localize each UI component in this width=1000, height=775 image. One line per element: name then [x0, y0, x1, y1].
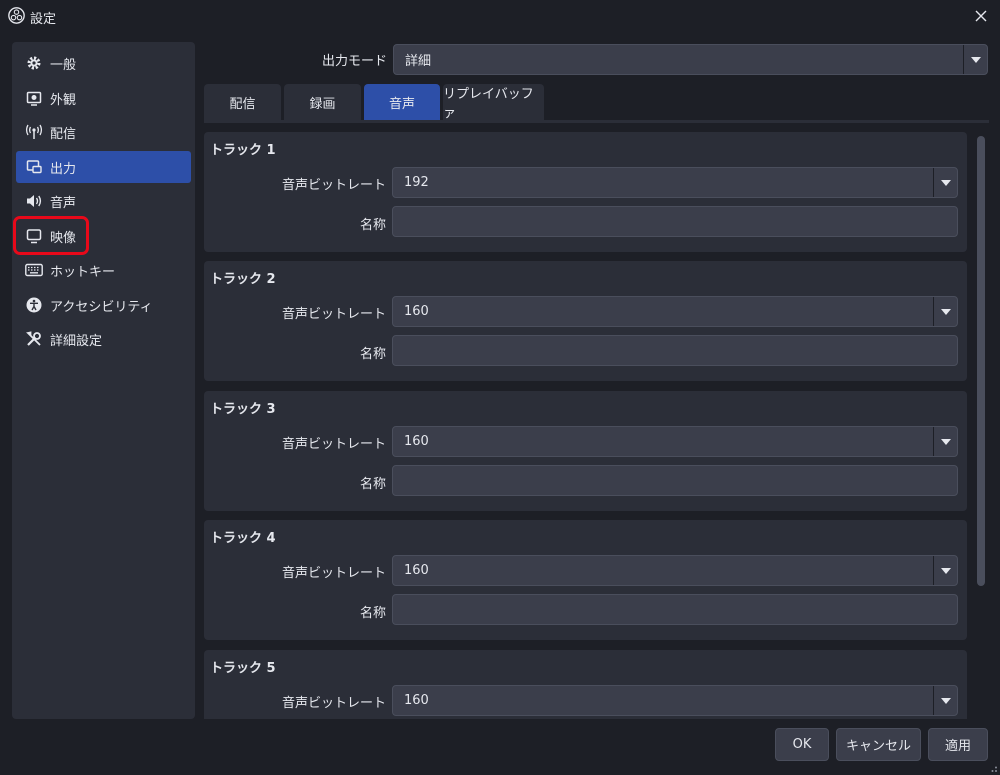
close-icon — [975, 10, 987, 22]
sidebar-item-label: アクセシビリティ — [50, 299, 153, 315]
sidebar-item-appearance[interactable]: 外観 — [16, 82, 191, 114]
close-button[interactable] — [970, 5, 992, 27]
vertical-scrollbar[interactable] — [975, 132, 987, 719]
appearance-icon — [25, 89, 43, 107]
output-mode-label: 出力モード — [321, 54, 387, 69]
output-mode-select[interactable]: 詳細 — [393, 44, 988, 75]
antenna-icon — [25, 123, 43, 141]
track-group: トラック 3 音声ビットレート 160 名称 — [204, 391, 967, 511]
bitrate-value: 160 — [404, 693, 429, 708]
output-mode-value: 詳細 — [405, 54, 432, 69]
track-name-label: 名称 — [359, 347, 386, 362]
track-group: トラック 5 音声ビットレート 160 名称 — [204, 650, 967, 719]
chevron-down-icon — [933, 556, 957, 585]
audio-tracks-panel: トラック 1 音声ビットレート 192 名称 トラック 2 音声ビットレート 1… — [204, 132, 967, 719]
track-group: トラック 4 音声ビットレート 160 名称 — [204, 520, 967, 640]
track-name-label: 名称 — [359, 477, 386, 492]
sidebar-item-advanced[interactable]: 詳細設定 — [16, 323, 191, 355]
apply-button[interactable]: 適用 — [928, 728, 988, 761]
tab-replay-buffer[interactable]: リプレイバッファ — [443, 84, 544, 121]
tab-audio[interactable]: 音声 — [364, 84, 440, 120]
keyboard-icon — [25, 261, 43, 279]
bitrate-value: 160 — [404, 563, 429, 578]
accessibility-icon — [25, 296, 43, 314]
chevron-down-icon — [933, 427, 957, 456]
sidebar-item-label: 一般 — [50, 57, 77, 73]
tab-divider — [204, 120, 989, 123]
track-name-label: 名称 — [359, 606, 386, 621]
speaker-icon — [25, 192, 43, 210]
bitrate-label: 音声ビットレート — [281, 566, 386, 581]
sidebar-item-label: 音声 — [50, 195, 77, 211]
track-title: トラック 1 — [210, 143, 276, 158]
track-title: トラック 3 — [210, 402, 276, 417]
cancel-button[interactable]: キャンセル — [836, 728, 921, 761]
tab-recording[interactable]: 録画 — [284, 84, 361, 120]
chevron-down-icon — [933, 297, 957, 326]
sidebar-item-accessibility[interactable]: アクセシビリティ — [16, 289, 191, 321]
chevron-down-icon — [963, 45, 987, 74]
sidebar-item-hotkeys[interactable]: ホットキー — [16, 254, 191, 286]
tools-icon — [25, 330, 43, 348]
sidebar-item-audio[interactable]: 音声 — [16, 185, 191, 217]
scrollbar-thumb[interactable] — [977, 136, 985, 586]
chevron-down-icon — [933, 686, 957, 715]
settings-sidebar: 一般 外観 配信 出力 音声 映像 ホットキー アクセシビリティ 詳細設定 — [12, 42, 195, 719]
bitrate-select[interactable]: 160 — [392, 296, 958, 327]
track-title: トラック 4 — [210, 531, 276, 546]
bitrate-label: 音声ビットレート — [281, 307, 386, 322]
chevron-down-icon — [933, 168, 957, 197]
obs-logo-icon — [8, 7, 25, 24]
track-title: トラック 5 — [210, 661, 276, 676]
sidebar-item-label: 詳細設定 — [50, 333, 103, 349]
sidebar-item-video[interactable]: 映像 — [16, 220, 191, 252]
sidebar-item-label: 映像 — [50, 230, 77, 246]
bitrate-label: 音声ビットレート — [281, 437, 386, 452]
track-name-input[interactable] — [392, 465, 958, 496]
track-name-label: 名称 — [359, 218, 386, 233]
monitor-icon — [25, 227, 43, 245]
bitrate-value: 192 — [404, 175, 429, 190]
track-group: トラック 2 音声ビットレート 160 名称 — [204, 261, 967, 381]
track-name-input[interactable] — [392, 594, 958, 625]
output-icon — [25, 158, 43, 176]
bitrate-select[interactable]: 192 — [392, 167, 958, 198]
sidebar-item-general[interactable]: 一般 — [16, 47, 191, 79]
sidebar-item-label: ホットキー — [50, 264, 116, 280]
sidebar-item-stream[interactable]: 配信 — [16, 116, 191, 148]
gear-icon — [25, 54, 43, 72]
bitrate-value: 160 — [404, 434, 429, 449]
sidebar-item-output[interactable]: 出力 — [16, 151, 191, 183]
tab-stream[interactable]: 配信 — [204, 84, 281, 120]
ok-button[interactable]: OK — [775, 728, 829, 761]
track-name-input[interactable] — [392, 206, 958, 237]
bitrate-value: 160 — [404, 304, 429, 319]
bitrate-select[interactable]: 160 — [392, 685, 958, 716]
sidebar-item-label: 配信 — [50, 126, 77, 142]
bitrate-label: 音声ビットレート — [281, 178, 386, 193]
sidebar-item-label: 出力 — [50, 161, 77, 177]
track-title: トラック 2 — [210, 272, 276, 287]
window-title: 設定 — [30, 12, 57, 27]
track-name-input[interactable] — [392, 335, 958, 366]
bitrate-label: 音声ビットレート — [281, 696, 386, 711]
bitrate-select[interactable]: 160 — [392, 555, 958, 586]
title-bar: 設定 — [0, 0, 1000, 32]
bitrate-select[interactable]: 160 — [392, 426, 958, 457]
track-group: トラック 1 音声ビットレート 192 名称 — [204, 132, 967, 252]
sidebar-item-label: 外観 — [50, 92, 77, 108]
resize-grip-icon[interactable] — [988, 763, 998, 773]
